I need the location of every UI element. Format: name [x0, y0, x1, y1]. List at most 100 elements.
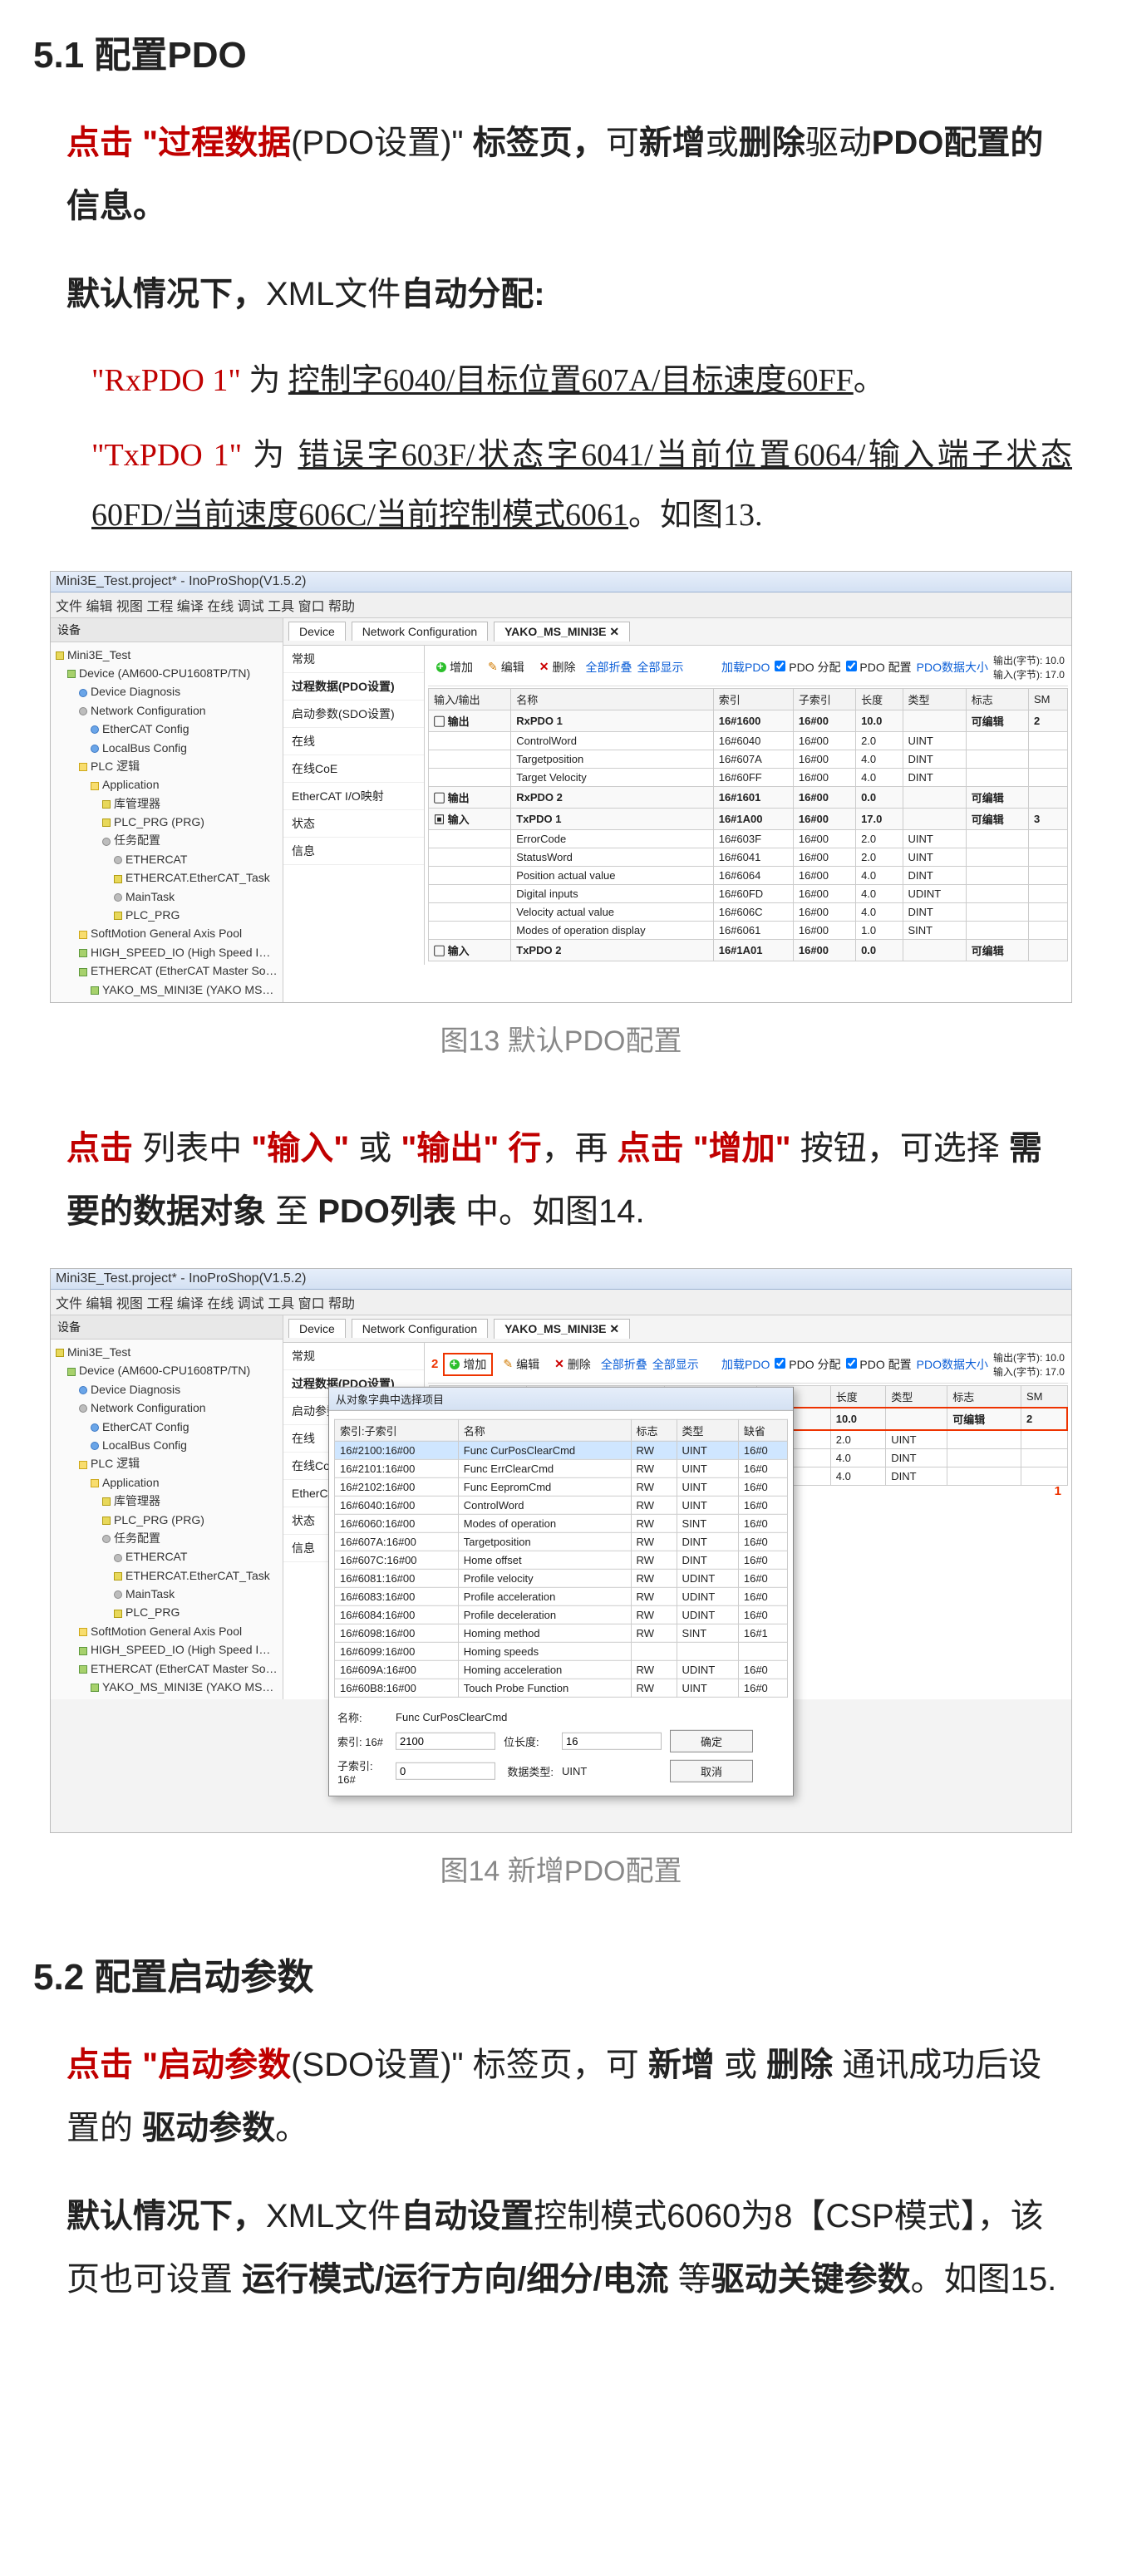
collapse-all-14[interactable]: 全部折叠: [601, 1356, 647, 1373]
tab-device-14[interactable]: Device: [288, 1319, 346, 1338]
load-pdo-button[interactable]: 加载PDO: [721, 659, 770, 676]
table-row[interactable]: 16#6098:16#00Homing methodRWSINT16#1: [335, 1624, 788, 1642]
pdo-config-checkbox[interactable]: PDO 配置: [846, 659, 912, 676]
tree-node[interactable]: PLC 逻辑: [56, 757, 278, 775]
table-row[interactable]: 16#6099:16#00Homing speeds: [335, 1642, 788, 1660]
table-row[interactable]: ▢ 输入TxPDO 216#1A0116#000.0可编辑: [429, 939, 1068, 961]
pdo-config-14[interactable]: PDO 配置: [846, 1356, 912, 1373]
tree-node[interactable]: ETHERCAT.EtherCAT_Task: [56, 1566, 278, 1585]
side-general[interactable]: 常规: [283, 646, 424, 673]
tree-node[interactable]: YAKO_MS_MINI3E (YAKO MS-MINI3E): [56, 981, 278, 999]
add-button[interactable]: 增加: [431, 657, 478, 677]
table-row[interactable]: 16#6084:16#00Profile decelerationRWUDINT…: [335, 1605, 788, 1624]
table-row[interactable]: Velocity actual value16#606C16#004.0DINT: [429, 902, 1068, 921]
dialog-table[interactable]: 索引:子索引 名称 标志 类型 缺省 16#2100:16#00Func Cur…: [334, 1419, 788, 1698]
tree-node[interactable]: PLC 逻辑: [56, 1454, 278, 1472]
table-row[interactable]: 16#6081:16#00Profile velocityRWUDINT16#0: [335, 1569, 788, 1587]
tree-node[interactable]: SoftMotion General Axis Pool: [56, 924, 278, 942]
tree-node[interactable]: MainTask: [56, 887, 278, 906]
table-row[interactable]: 16#2100:16#00Func CurPosClearCmdRWUINT16…: [335, 1441, 788, 1459]
table-row[interactable]: 16#2102:16#00Func EepromCmdRWUINT16#0: [335, 1477, 788, 1496]
side-iomap[interactable]: EtherCAT I/O映射: [283, 783, 424, 810]
side-info[interactable]: 信息: [283, 838, 424, 865]
delete-button[interactable]: ✕删除: [534, 657, 581, 677]
side-status[interactable]: 状态: [283, 810, 424, 838]
table-row[interactable]: Modes of operation display16#606116#001.…: [429, 921, 1068, 939]
tab-yako-14[interactable]: YAKO_MS_MINI3E ✕: [494, 1319, 630, 1339]
tree-node[interactable]: Mini3E_Test: [56, 646, 278, 664]
tree-node[interactable]: Device (AM600-CPU1608TP/TN): [56, 1361, 278, 1379]
table-row[interactable]: Position actual value16#606416#004.0DINT: [429, 866, 1068, 884]
device-tree-14[interactable]: Mini3E_TestDevice (AM600-CPU1608TP/TN)De…: [51, 1340, 283, 1699]
table-row[interactable]: 16#60B8:16#00Touch Probe FunctionRWUINT1…: [335, 1679, 788, 1697]
tree-node[interactable]: EtherCAT Config: [56, 720, 278, 738]
tree-node[interactable]: 任务配置: [56, 1529, 278, 1547]
tree-node[interactable]: Application: [56, 775, 278, 794]
tree-node[interactable]: PLC_PRG: [56, 906, 278, 924]
tree-node[interactable]: 库管理器: [56, 794, 278, 813]
dlg-bit-input[interactable]: [562, 1733, 662, 1750]
tree-node[interactable]: Device Diagnosis: [56, 1380, 278, 1399]
table-row[interactable]: ▣ 输入TxPDO 116#1A0016#0017.0可编辑3: [429, 808, 1068, 829]
side-general-14[interactable]: 常规: [283, 1343, 424, 1370]
side-startup[interactable]: 启动参数(SDO设置): [283, 701, 424, 728]
expand-all-14[interactable]: 全部显示: [652, 1356, 699, 1373]
side-online[interactable]: 在线: [283, 728, 424, 755]
tree-node[interactable]: HIGH_SPEED_IO (High Speed IO Module): [56, 1640, 278, 1659]
tree-node[interactable]: LocalBus Config: [56, 1436, 278, 1454]
tab-yako[interactable]: YAKO_MS_MINI3E ✕: [494, 622, 630, 642]
table-row[interactable]: ControlWord16#604016#002.0UINT: [429, 731, 1068, 750]
tree-node[interactable]: EtherCAT Config: [56, 1418, 278, 1436]
table-row[interactable]: 16#6040:16#00ControlWordRWUINT16#0: [335, 1496, 788, 1514]
table-row[interactable]: 16#609A:16#00Homing accelerationRWUDINT1…: [335, 1660, 788, 1679]
collapse-all-button[interactable]: 全部折叠: [585, 659, 632, 676]
table-row[interactable]: ErrorCode16#603F16#002.0UINT: [429, 829, 1068, 848]
tree-node[interactable]: 任务配置: [56, 831, 278, 849]
window-menu[interactable]: 文件 编辑 视图 工程 编译 在线 调试 工具 窗口 帮助: [51, 592, 1071, 618]
expand-all-button[interactable]: 全部显示: [637, 659, 683, 676]
table-row[interactable]: ▢ 输出RxPDO 216#160116#000.0可编辑: [429, 786, 1068, 808]
tree-node[interactable]: 库管理器: [56, 1492, 278, 1510]
tree-node[interactable]: Network Configuration: [56, 1399, 278, 1417]
device-tree[interactable]: Mini3E_TestDevice (AM600-CPU1608TP/TN)De…: [51, 642, 283, 1002]
table-row[interactable]: 16#607C:16#00Home offsetRWDINT16#0: [335, 1551, 788, 1569]
edit-button[interactable]: ✎编辑: [483, 657, 529, 677]
side-pdo-data[interactable]: 过程数据(PDO设置): [283, 673, 424, 701]
tab-network-config[interactable]: Network Configuration: [352, 622, 489, 641]
window-menu-14[interactable]: 文件 编辑 视图 工程 编译 在线 调试 工具 窗口 帮助: [51, 1290, 1071, 1315]
tree-node[interactable]: ETHERCAT.EtherCAT_Task: [56, 868, 278, 887]
table-row[interactable]: ▢ 输出RxPDO 116#160016#0010.0可编辑2: [429, 710, 1068, 731]
tree-node[interactable]: PLC_PRG: [56, 1603, 278, 1621]
tree-node[interactable]: MainTask: [56, 1585, 278, 1603]
delete-button-14[interactable]: ✕删除: [549, 1354, 596, 1374]
pdo-assign-14[interactable]: PDO 分配: [775, 1356, 840, 1373]
table-row[interactable]: Targetposition16#607A16#004.0DINT: [429, 750, 1068, 768]
load-pdo-14[interactable]: 加载PDO: [721, 1356, 770, 1373]
table-row[interactable]: StatusWord16#604116#002.0UINT: [429, 848, 1068, 866]
tree-node[interactable]: ETHERCAT: [56, 1547, 278, 1566]
tree-node[interactable]: SoftMotion General Axis Pool: [56, 1622, 278, 1640]
dlg-sub-input[interactable]: [396, 1762, 495, 1780]
tree-node[interactable]: Application: [56, 1473, 278, 1492]
dlg-cancel-button[interactable]: 取消: [670, 1760, 753, 1782]
tree-node[interactable]: Device Diagnosis: [56, 682, 278, 701]
tree-node[interactable]: LocalBus Config: [56, 739, 278, 757]
tab-device[interactable]: Device: [288, 622, 346, 641]
tree-node[interactable]: PLC_PRG (PRG): [56, 1511, 278, 1529]
pdo-assign-checkbox[interactable]: PDO 分配: [775, 659, 840, 676]
dlg-idx-input[interactable]: [396, 1733, 495, 1750]
tree-node[interactable]: HIGH_SPEED_IO (High Speed IO Module): [56, 943, 278, 961]
tree-node[interactable]: PLC_PRG (PRG): [56, 813, 278, 831]
tree-node[interactable]: ETHERCAT (EtherCAT Master SoftMotion): [56, 961, 278, 980]
table-row[interactable]: Digital inputs16#60FD16#004.0UDINT: [429, 884, 1068, 902]
dlg-ok-button[interactable]: 确定: [670, 1730, 753, 1753]
table-row[interactable]: Target Velocity16#60FF16#004.0DINT: [429, 768, 1068, 786]
pdo-table[interactable]: 输入/输出 名称 索引 子索引 长度 类型 标志 SM ▢ 输出RxPDO 11…: [428, 688, 1068, 961]
add-button-14[interactable]: 增加: [443, 1353, 493, 1376]
pdo-size-14[interactable]: PDO数据大小: [917, 1356, 988, 1373]
table-row[interactable]: 16#6060:16#00Modes of operationRWSINT16#…: [335, 1514, 788, 1532]
table-row[interactable]: 16#2101:16#00Func ErrClearCmdRWUINT16#0: [335, 1459, 788, 1477]
tree-node[interactable]: ETHERCAT (EtherCAT Master SoftMotion): [56, 1659, 278, 1678]
tree-node[interactable]: Network Configuration: [56, 701, 278, 720]
table-row[interactable]: 16#6083:16#00Profile accelerationRWUDINT…: [335, 1587, 788, 1605]
